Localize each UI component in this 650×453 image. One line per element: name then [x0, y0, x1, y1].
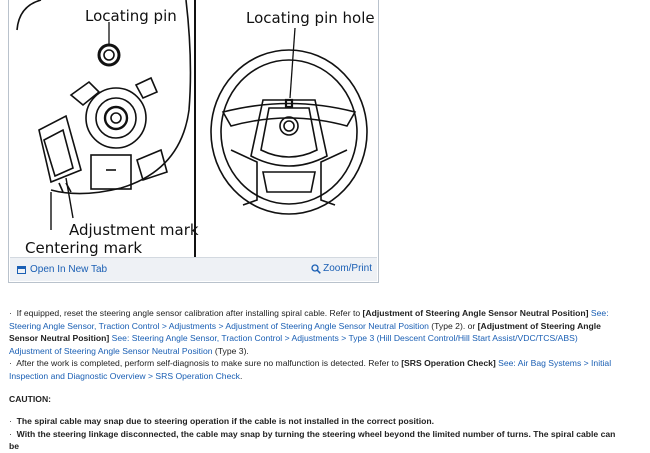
caution-text: The spiral cable may snap due to steerin… — [16, 416, 435, 427]
label-locating-pin-hole: Locating pin hole — [246, 9, 375, 27]
procedure-text: · If equipped, reset the steering angle … — [9, 307, 621, 453]
text: After the work is completed, perform sel… — [16, 358, 402, 369]
figure-frame: Locating pin Locating pin hole Adjustmen… — [8, 0, 379, 283]
paragraph-steering-angle-reset: · If equipped, reset the steering angle … — [9, 307, 621, 357]
spiral-cable-diagram: Locating pin Locating pin hole Adjustmen… — [11, 0, 376, 258]
new-tab-icon — [17, 265, 26, 274]
caution-item: · The spiral cable may snap due to steer… — [9, 415, 621, 428]
bullet: · — [9, 428, 12, 439]
caution-item: · With the steering linkage disconnected… — [9, 428, 621, 453]
diagram-svg: Locating pin Locating pin hole Adjustmen… — [16, 0, 375, 258]
reference-title: [Adjustment of Steering Angle Sensor Neu… — [362, 308, 589, 318]
label-adjustment-mark: Adjustment mark — [69, 221, 199, 239]
label-centering-mark: Centering mark — [25, 239, 142, 257]
label-locating-pin: Locating pin — [85, 7, 177, 25]
text: (Type 3). — [212, 345, 249, 356]
caution-text: With the steering linkage disconnected, … — [9, 428, 616, 452]
bullet: · — [9, 358, 12, 369]
open-in-new-tab-link[interactable]: Open In New Tab — [17, 264, 107, 275]
bullet: · — [9, 308, 12, 318]
bullet: · — [9, 416, 12, 427]
text: If equipped, reset the steering angle se… — [16, 308, 363, 318]
figure-toolbar: Open In New Tab Zoom/Print — [10, 257, 377, 281]
caution-heading: CAUTION: — [9, 393, 52, 404]
zoom-print-link[interactable]: Zoom/Print — [311, 263, 372, 274]
text: (Type 2). or — [428, 320, 478, 331]
magnifier-icon — [311, 263, 321, 274]
open-in-new-tab-label: Open In New Tab — [30, 264, 108, 275]
paragraph-self-diagnosis: · After the work is completed, perform s… — [9, 357, 621, 382]
zoom-print-label: Zoom/Print — [323, 263, 372, 274]
text: . — [239, 370, 243, 381]
reference-title: [SRS Operation Check] — [401, 358, 496, 369]
